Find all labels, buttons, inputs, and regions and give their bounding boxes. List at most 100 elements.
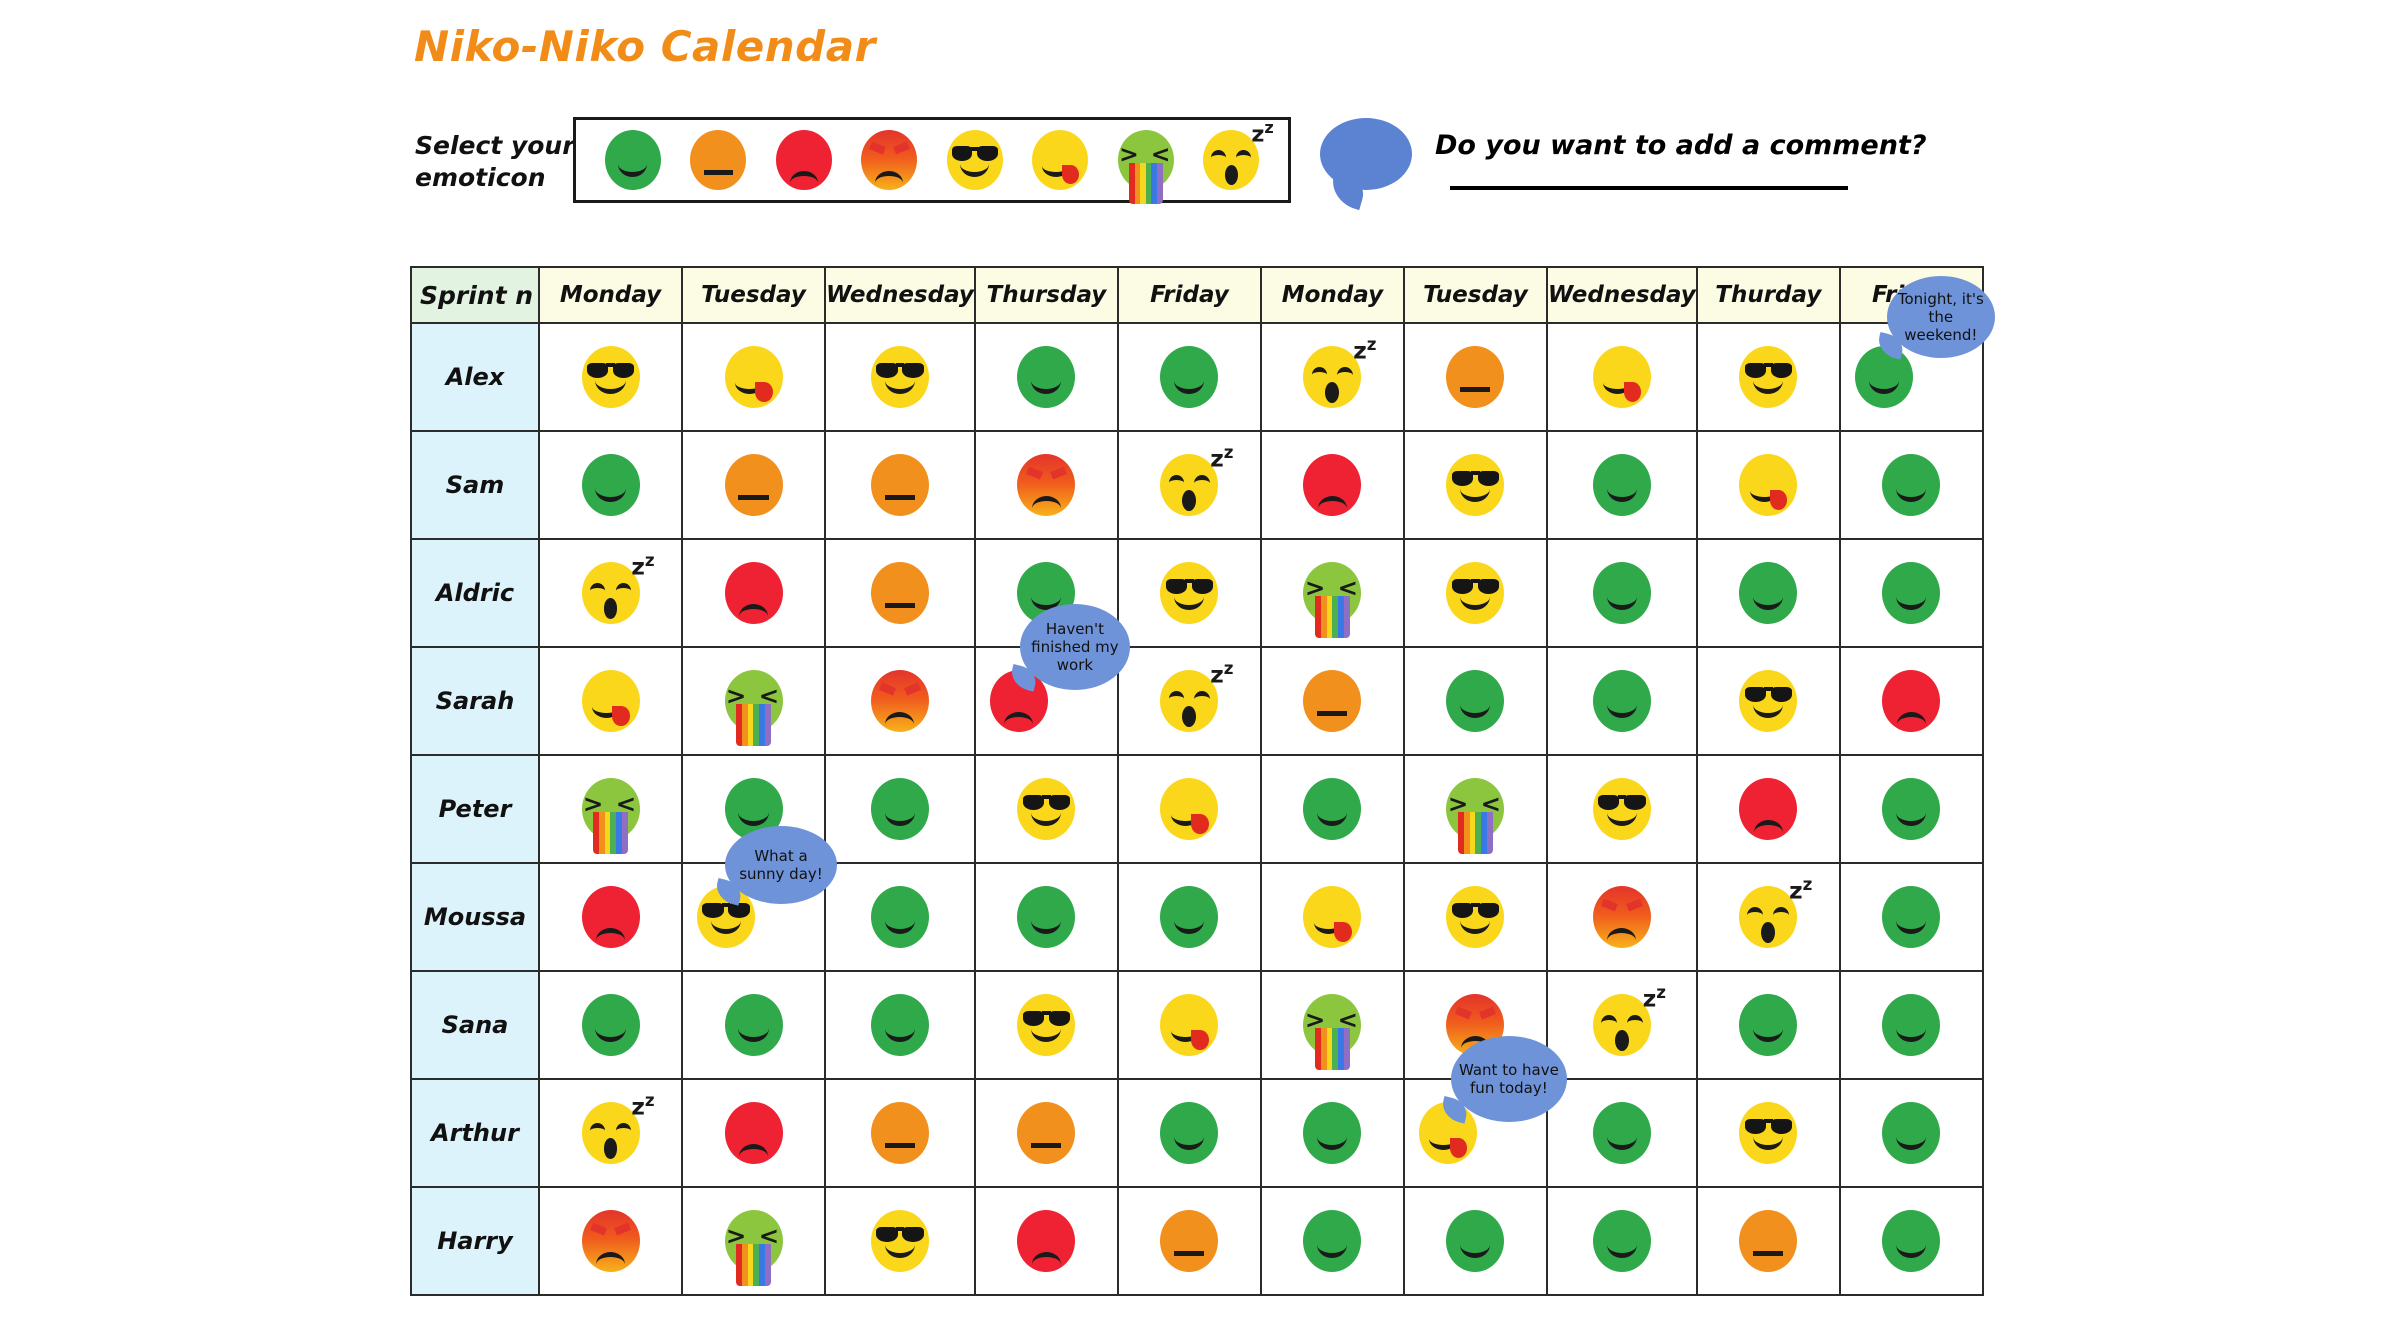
mood-cell-arthur-1[interactable] bbox=[681, 1078, 826, 1188]
mood-cell-sana-8[interactable] bbox=[1695, 970, 1841, 1080]
emoticon-picker[interactable]: > < zz bbox=[573, 117, 1291, 204]
mood-cell-harry-8[interactable] bbox=[1695, 1186, 1841, 1296]
emoticon-option-cool[interactable] bbox=[946, 130, 1003, 190]
comment-bubble[interactable]: Tonight, it's the weekend! bbox=[1886, 276, 1995, 358]
mood-cell-sana-1[interactable] bbox=[681, 970, 826, 1080]
mood-cell-sam-1[interactable] bbox=[681, 430, 826, 540]
mood-cell-sarah-8[interactable] bbox=[1695, 646, 1841, 756]
mood-cell-sam-8[interactable] bbox=[1695, 430, 1841, 540]
mood-cell-harry-6[interactable] bbox=[1402, 1186, 1548, 1296]
mood-cell-sarah-1[interactable]: > < bbox=[681, 646, 826, 756]
mood-cell-sana-0[interactable] bbox=[538, 970, 683, 1080]
emoticon-option-happy[interactable] bbox=[604, 130, 661, 190]
mood-cell-peter-4[interactable] bbox=[1116, 754, 1262, 864]
mood-cell-sam-4[interactable]: zz bbox=[1116, 430, 1262, 540]
mood-cell-arthur-5[interactable] bbox=[1259, 1078, 1405, 1188]
mood-cell-alex-4[interactable] bbox=[1116, 322, 1262, 432]
mood-cell-arthur-7[interactable] bbox=[1545, 1078, 1698, 1188]
mood-cell-sam-3[interactable] bbox=[973, 430, 1119, 540]
mood-cell-aldric-8[interactable] bbox=[1695, 538, 1841, 648]
mood-cell-peter-2[interactable] bbox=[824, 754, 976, 864]
mood-cell-arthur-0[interactable]: zz bbox=[538, 1078, 683, 1188]
mood-cell-sarah-6[interactable] bbox=[1402, 646, 1548, 756]
mood-cell-moussa-3[interactable] bbox=[973, 862, 1119, 972]
mood-cell-peter-0[interactable]: > < bbox=[538, 754, 683, 864]
mood-cell-moussa-2[interactable] bbox=[824, 862, 976, 972]
mood-cell-sam-7[interactable] bbox=[1545, 430, 1698, 540]
emoticon-option-sleep[interactable]: zz bbox=[1203, 120, 1274, 190]
mood-cell-sana-3[interactable] bbox=[973, 970, 1119, 1080]
comment-input-underline[interactable] bbox=[1450, 186, 1848, 190]
mood-cell-sarah-4[interactable]: zz bbox=[1116, 646, 1262, 756]
mood-cell-harry-7[interactable] bbox=[1545, 1186, 1698, 1296]
mood-cell-sarah-7[interactable] bbox=[1545, 646, 1698, 756]
mood-cell-alex-2[interactable] bbox=[824, 322, 976, 432]
mood-cell-aldric-7[interactable] bbox=[1545, 538, 1698, 648]
mood-cell-aldric-5[interactable]: > < bbox=[1259, 538, 1405, 648]
mood-cell-sam-6[interactable] bbox=[1402, 430, 1548, 540]
emoticon-option-rainbow[interactable]: > < bbox=[1117, 130, 1174, 204]
mood-cell-sana-9[interactable] bbox=[1838, 970, 1984, 1080]
mood-cell-alex-7[interactable] bbox=[1545, 322, 1698, 432]
mood-cell-harry-4[interactable] bbox=[1116, 1186, 1262, 1296]
mood-cell-sam-0[interactable] bbox=[538, 430, 683, 540]
mood-cell-harry-0[interactable] bbox=[538, 1186, 683, 1296]
mood-cell-peter-7[interactable] bbox=[1545, 754, 1698, 864]
emoticon-option-neutral[interactable] bbox=[690, 130, 747, 190]
comment-bubble[interactable]: Want to have fun today! bbox=[1450, 1036, 1567, 1122]
mood-cell-sana-7[interactable]: zz bbox=[1545, 970, 1698, 1080]
mood-cell-arthur-6[interactable]: Want to have fun today! bbox=[1402, 1036, 1567, 1188]
mood-cell-moussa-7[interactable] bbox=[1545, 862, 1698, 972]
mood-cell-peter-5[interactable] bbox=[1259, 754, 1405, 864]
emoticon-option-tongue[interactable] bbox=[1032, 130, 1089, 190]
mood-cell-alex-8[interactable] bbox=[1695, 322, 1841, 432]
mood-cell-harry-3[interactable] bbox=[973, 1186, 1119, 1296]
mood-cell-aldric-0[interactable]: zz bbox=[538, 538, 683, 648]
mood-cell-alex-1[interactable] bbox=[681, 322, 826, 432]
mood-cell-moussa-1[interactable]: What a sunny day! bbox=[681, 826, 837, 972]
emoticon-option-sad[interactable] bbox=[775, 130, 832, 190]
mood-cell-arthur-2[interactable] bbox=[824, 1078, 976, 1188]
mood-cell-sana-2[interactable] bbox=[824, 970, 976, 1080]
mood-cell-arthur-9[interactable] bbox=[1838, 1078, 1984, 1188]
mood-cell-sarah-9[interactable] bbox=[1838, 646, 1984, 756]
mood-cell-sarah-5[interactable] bbox=[1259, 646, 1405, 756]
mood-cell-aldric-4[interactable] bbox=[1116, 538, 1262, 648]
emoticon-option-angry[interactable] bbox=[861, 130, 918, 190]
mood-cell-harry-1[interactable]: > < bbox=[681, 1186, 826, 1296]
mood-cell-peter-3[interactable] bbox=[973, 754, 1119, 864]
mood-cell-alex-5[interactable]: zz bbox=[1259, 322, 1405, 432]
mood-cell-harry-5[interactable] bbox=[1259, 1186, 1405, 1296]
mood-cell-peter-9[interactable] bbox=[1838, 754, 1984, 864]
mood-cell-moussa-9[interactable] bbox=[1838, 862, 1984, 972]
mood-cell-sam-5[interactable] bbox=[1259, 430, 1405, 540]
mood-cell-alex-0[interactable] bbox=[538, 322, 683, 432]
mood-cell-sana-4[interactable] bbox=[1116, 970, 1262, 1080]
mood-cell-aldric-6[interactable] bbox=[1402, 538, 1548, 648]
mood-cell-alex-3[interactable] bbox=[973, 322, 1119, 432]
mood-cell-sarah-3[interactable]: Haven't finished my work bbox=[973, 604, 1130, 756]
mood-cell-aldric-9[interactable] bbox=[1838, 538, 1984, 648]
mood-cell-peter-8[interactable] bbox=[1695, 754, 1841, 864]
mood-cell-moussa-0[interactable] bbox=[538, 862, 683, 972]
mood-cell-alex-6[interactable] bbox=[1402, 322, 1548, 432]
mood-cell-aldric-1[interactable] bbox=[681, 538, 826, 648]
mood-cell-harry-2[interactable] bbox=[824, 1186, 976, 1296]
mood-cell-arthur-8[interactable] bbox=[1695, 1078, 1841, 1188]
mood-cell-sarah-2[interactable] bbox=[824, 646, 976, 756]
mood-cell-peter-6[interactable]: > < bbox=[1402, 754, 1548, 864]
comment-bubble[interactable]: What a sunny day! bbox=[725, 826, 837, 904]
mood-cell-alex-9[interactable]: Tonight, it's the weekend! bbox=[1838, 276, 1995, 432]
mood-cell-sam-9[interactable] bbox=[1838, 430, 1984, 540]
mood-cell-sam-2[interactable] bbox=[824, 430, 976, 540]
mood-cell-moussa-5[interactable] bbox=[1259, 862, 1405, 972]
mood-cell-sana-5[interactable]: > < bbox=[1259, 970, 1405, 1080]
mood-cell-harry-9[interactable] bbox=[1838, 1186, 1984, 1296]
mood-cell-moussa-6[interactable] bbox=[1402, 862, 1548, 972]
mood-cell-sarah-0[interactable] bbox=[538, 646, 683, 756]
mood-cell-moussa-4[interactable] bbox=[1116, 862, 1262, 972]
mood-cell-arthur-4[interactable] bbox=[1116, 1078, 1262, 1188]
mood-cell-arthur-3[interactable] bbox=[973, 1078, 1119, 1188]
mood-cell-moussa-8[interactable]: zz bbox=[1695, 862, 1841, 972]
comment-bubble[interactable]: Haven't finished my work bbox=[1019, 604, 1130, 690]
